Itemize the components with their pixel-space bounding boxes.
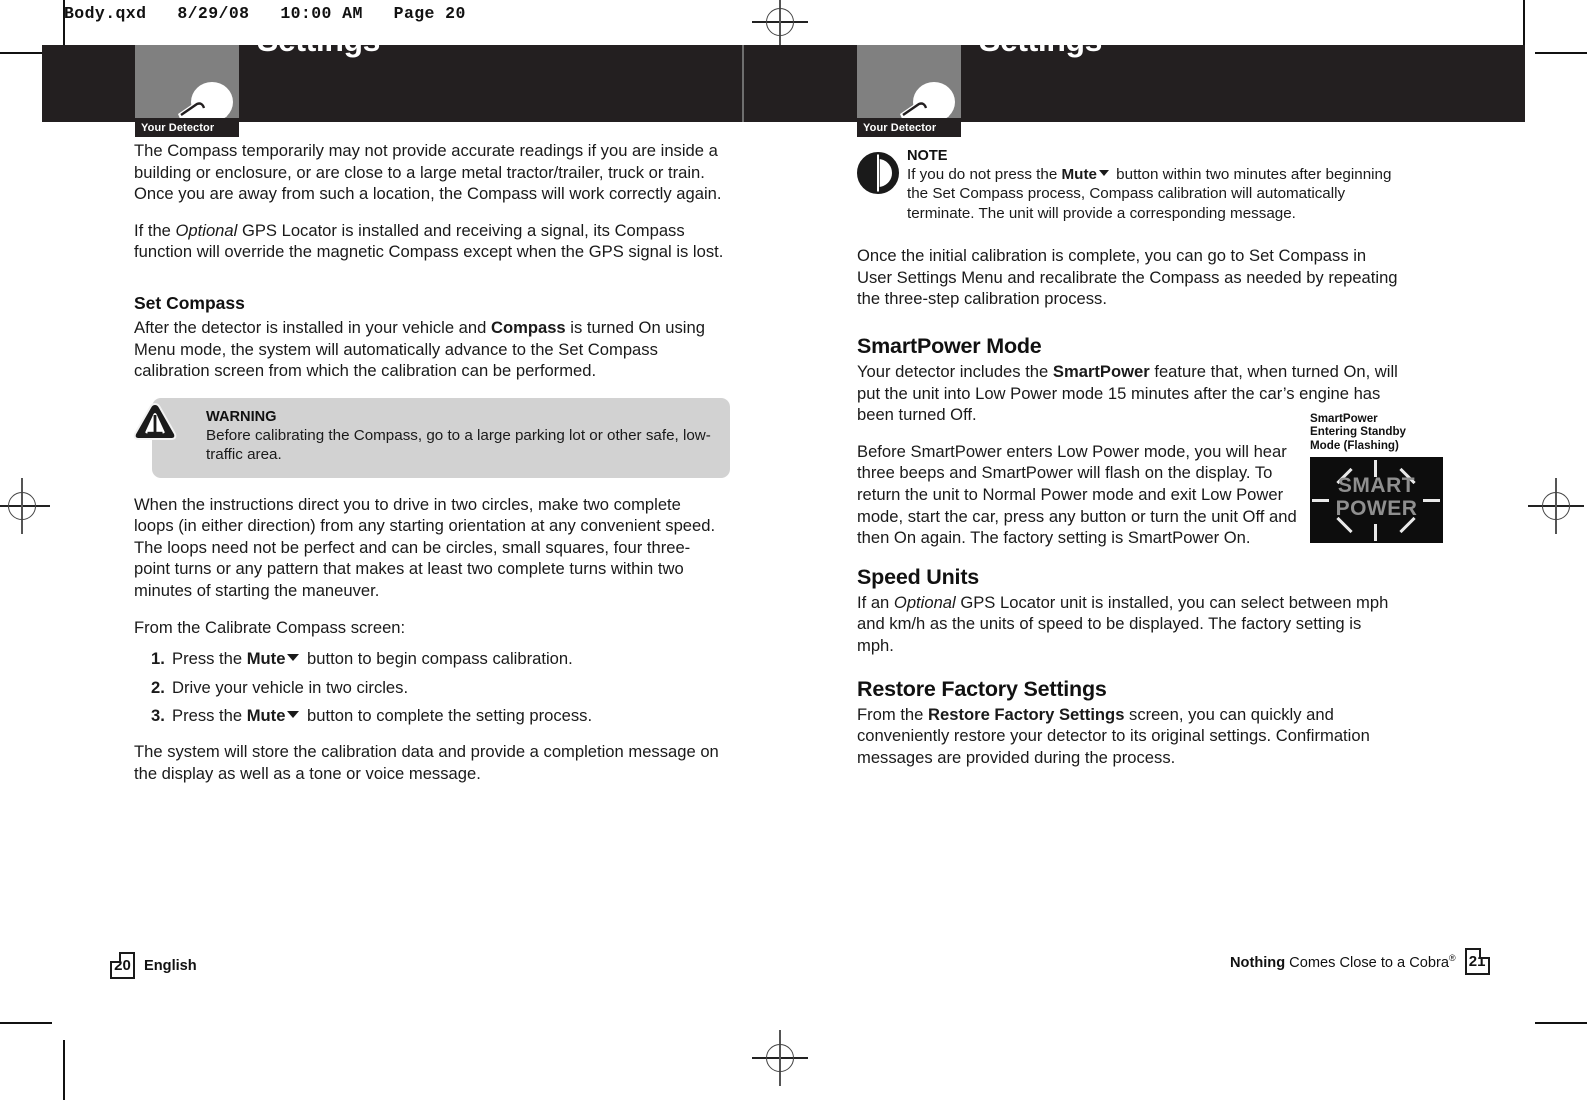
footer-tagline: Nothing Comes Close to a Cobra®: [1230, 953, 1456, 971]
speed-units-before: If an: [857, 592, 894, 612]
registration-mark-bottom: [752, 1030, 808, 1086]
page-number-badge-left: 20: [110, 952, 135, 979]
warning-triangle-icon: [133, 402, 177, 440]
left-page-column: The Compass temporarily may not provide …: [133, 140, 730, 799]
step-after: button to complete the setting process.: [302, 706, 593, 726]
step-bold: Mute: [246, 649, 286, 669]
footer-language-label: English: [144, 957, 197, 974]
footer-right: Nothing Comes Close to a Cobra® 21: [1230, 948, 1490, 975]
step-bold: Mute: [246, 706, 286, 726]
chapter-marker-right: Your Detector: [857, 45, 961, 137]
registration-mark-right: [1528, 478, 1584, 534]
set-compass-bold: Compass: [490, 317, 566, 337]
speed-units-paragraph: If an Optional GPS Locator unit is insta…: [857, 592, 1402, 657]
footer-left: 20 English: [110, 952, 197, 979]
warning-title: WARNING: [206, 408, 277, 425]
spread-gutter-line: [742, 45, 744, 122]
tagline-rest: Comes Close to a Cobra: [1285, 954, 1449, 971]
step-number: 3.: [151, 706, 165, 726]
smartpower-lowpower-paragraph: Before SmartPower enters Low Power mode,…: [857, 441, 1297, 548]
crop-mark-bottom-left-h: [0, 1022, 52, 1024]
note-title: NOTE: [907, 148, 948, 164]
warning-callout: WARNING Before calibrating the Compass, …: [133, 397, 730, 478]
speed-units-heading: Speed Units: [857, 564, 980, 589]
mute-triangle-icon: [1098, 170, 1109, 177]
list-item: 2. Drive your vehicle in two circles.: [134, 677, 724, 699]
list-item: 3. Press the Mute button to complete the …: [134, 705, 724, 727]
crop-mark-bottom-right-h: [1535, 1022, 1587, 1024]
lcd-line-power: POWER: [1335, 497, 1418, 521]
chapter-marker-left: Your Detector: [135, 45, 239, 137]
gps-override-paragraph: If the Optional GPS Locator is installed…: [134, 220, 724, 263]
note-callout: NOTE If you do not press the Mute button…: [857, 148, 1402, 223]
speed-units-italic: Optional: [893, 592, 956, 612]
compass-accuracy-paragraph: The Compass temporarily may not provide …: [134, 141, 722, 204]
chapter-title-right: Settings: [979, 22, 1103, 58]
chapter-title-left: Settings: [257, 22, 381, 58]
gps-para-before: If the: [134, 220, 176, 240]
smartpower-before: Your detector includes the: [857, 362, 1053, 381]
crop-mark-right-h: [1535, 52, 1587, 54]
smartpower-mode-heading: SmartPower Mode: [857, 334, 1042, 358]
smartpower-figure: SmartPower Entering Standby Mode (Flashi…: [1310, 412, 1443, 544]
step-before: Drive your vehicle in two circles.: [172, 677, 409, 697]
registration-mark-left: [0, 478, 50, 534]
note-text: If you do not press the Mute button with…: [907, 165, 1402, 223]
warning-text: Before calibrating the Compass, go to a …: [206, 426, 711, 464]
step-before: Press the: [172, 649, 247, 669]
manual-page-spread: Body.qxd 8/29/08 10:00 AM Page 20 Your D…: [0, 0, 1587, 1100]
step-after: button to begin compass calibration.: [302, 649, 573, 669]
quark-slug-line: Body.qxd 8/29/08 10:00 AM Page 20: [64, 4, 466, 23]
calibration-closing-paragraph: The system will store the calibration da…: [134, 741, 719, 783]
smartpower-bold: SmartPower: [1052, 362, 1150, 381]
gps-para-italic: Optional: [175, 220, 238, 240]
list-item: 1. Press the Mute button to begin compass…: [134, 648, 724, 670]
tagline-bold: Nothing: [1230, 954, 1286, 971]
smartpower-figure-caption: SmartPower Entering Standby Mode (Flashi…: [1310, 412, 1406, 452]
step-before: Press the: [172, 706, 247, 726]
smartpower-lcd-text: SMART POWER: [1310, 474, 1443, 520]
step-number: 1.: [151, 649, 165, 669]
restore-bold: Restore Factory Settings: [928, 704, 1125, 724]
crop-mark-bottom-left-v: [63, 1040, 65, 1100]
restore-factory-settings-paragraph: From the Restore Factory Settings screen…: [857, 704, 1402, 769]
registered-trademark-icon: ®: [1448, 952, 1456, 963]
smartpower-lcd-display: SMART POWER: [1310, 457, 1443, 544]
mute-triangle-icon: [287, 711, 300, 719]
note-bold: Mute: [1061, 166, 1097, 183]
set-compass-heading: Set Compass: [134, 292, 245, 313]
recalibrate-paragraph: Once the initial calibration is complete…: [857, 246, 1398, 309]
set-compass-paragraph: After the detector is installed in your …: [134, 317, 724, 382]
set-compass-before: After the detector is installed in your …: [134, 317, 491, 337]
note-info-icon: [857, 152, 899, 194]
restore-before: From the: [857, 704, 929, 724]
page-number-badge-right: 21: [1464, 948, 1490, 975]
lcd-line-smart: SMART: [1337, 474, 1416, 498]
chapter-marker-label: Your Detector: [135, 118, 239, 137]
flash-ray-bottom: [1374, 524, 1377, 542]
restore-factory-settings-heading: Restore Factory Settings: [857, 676, 1107, 701]
step-number: 2.: [151, 677, 165, 697]
loops-instruction-paragraph: When the instructions direct you to driv…: [134, 494, 716, 600]
mute-triangle-icon: [287, 654, 300, 662]
registration-mark-top: [752, 0, 808, 50]
note-before: If you do not press the: [907, 166, 1062, 183]
calibration-steps-list: 1. Press the Mute button to begin compass…: [134, 648, 724, 727]
chapter-marker-label: Your Detector: [857, 118, 961, 137]
steps-intro-paragraph: From the Calibrate Compass screen:: [134, 617, 406, 637]
